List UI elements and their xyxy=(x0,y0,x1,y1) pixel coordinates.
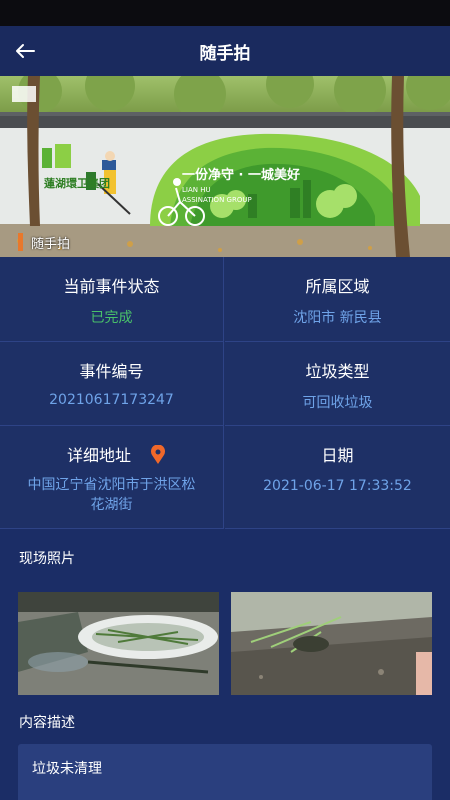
address-value-line2: 花湖街 xyxy=(90,497,133,513)
top-nav-bar: 随手拍 xyxy=(0,26,450,76)
banner-caption: 随手拍 xyxy=(18,231,70,253)
event-no-value: 20210617173247 xyxy=(49,392,174,408)
garbage-type-cell: 垃圾类型 可回收垃圾 xyxy=(225,342,450,426)
description-box: 垃圾未清理 xyxy=(18,744,432,800)
event-info-grid: 当前事件状态 已完成 所属区域 沈阳市 新民县 事件编号 20210617173… xyxy=(0,257,450,529)
status-bar xyxy=(0,0,450,26)
region-label: 所属区域 xyxy=(305,277,370,296)
address-cell: 详细地址 中国辽宁省沈阳市于洪区松 花湖街 xyxy=(0,426,224,529)
event-no-cell: 事件编号 20210617173247 xyxy=(0,342,224,426)
caption-accent-bar xyxy=(18,233,23,251)
status-label: 当前事件状态 xyxy=(63,277,160,296)
region-value: 沈阳市 新民县 xyxy=(293,310,382,326)
back-button[interactable] xyxy=(10,36,40,66)
banner-slogan: 一份净守 · 一城美好 xyxy=(182,168,300,183)
status-cell: 当前事件状态 已完成 xyxy=(0,257,224,342)
banner-image: 蓮湖環卫集团 一份净守 · 一城美好 LIAN HU ASSINATION GR… xyxy=(0,76,450,257)
address-label: 详细地址 xyxy=(66,446,131,465)
region-cell: 所属区域 沈阳市 新民县 xyxy=(225,257,450,342)
banner-slogan-sub: LIAN HU xyxy=(182,186,211,194)
date-label: 日期 xyxy=(321,446,354,465)
photos-section-title: 现场照片 xyxy=(19,551,75,567)
location-pin-icon[interactable] xyxy=(150,445,166,465)
address-label-row: 详细地址 xyxy=(0,442,223,466)
status-value: 已完成 xyxy=(90,310,133,326)
site-photo-1[interactable] xyxy=(18,592,219,695)
address-value-line1: 中国辽宁省沈阳市于洪区松 xyxy=(27,477,196,493)
page-title: 随手拍 xyxy=(199,43,251,64)
site-photo-2[interactable] xyxy=(231,592,432,695)
date-cell: 日期 2021-06-17 17:33:52 xyxy=(225,426,450,529)
garbage-type-value: 可回收垃圾 xyxy=(302,395,373,411)
banner-slogan-sub2: ASSINATION GROUP xyxy=(182,196,252,204)
banner-logo-text: 蓮湖環卫集团 xyxy=(44,177,110,190)
description-text: 垃圾未清理 xyxy=(32,761,102,777)
date-value: 2021-06-17 17:33:52 xyxy=(263,478,412,494)
garbage-type-label: 垃圾类型 xyxy=(305,362,370,381)
banner-caption-text: 随手拍 xyxy=(31,236,71,252)
arrow-left-icon xyxy=(16,44,35,58)
event-no-label: 事件编号 xyxy=(79,362,144,381)
description-section-title: 内容描述 xyxy=(19,715,75,731)
